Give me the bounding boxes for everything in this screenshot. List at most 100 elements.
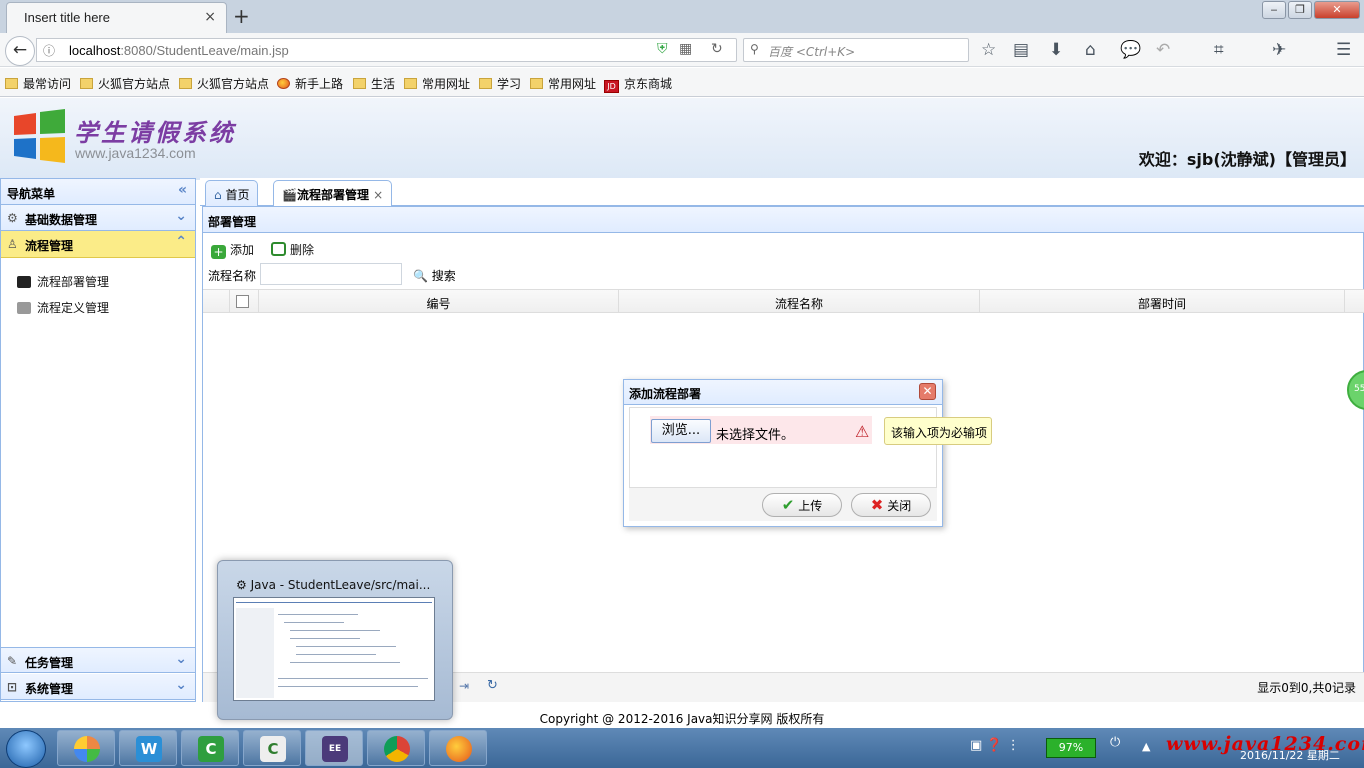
process-name-input[interactable] [260,263,402,285]
url-bar[interactable]: ⓘ localhost:8080/StudentLeave/main.jsp ⛨… [36,38,737,62]
power-icon[interactable]: ⏻ [1110,735,1120,750]
column-header[interactable]: 部署时间 [980,295,1344,312]
thumbnail-title: ⚙ Java - StudentLeave/src/mai... [236,578,431,592]
chat-icon[interactable]: 💬 [1120,40,1141,60]
tab-deploy[interactable]: 🎬流程部署管理 × [273,180,393,207]
last-page-icon[interactable]: ⇥ [459,679,469,693]
collapse-left-icon[interactable]: « [178,182,187,198]
org-chart-icon: ♙ [7,237,18,251]
chevron-down-icon: ⌄ [175,208,187,224]
bookmark-item[interactable]: JD 京东商城 [604,75,672,93]
close-tab-icon[interactable]: × [373,188,383,202]
info-icon[interactable]: ⓘ [43,42,55,59]
search-button[interactable]: 🔍 搜索 [413,267,456,284]
media-icon [74,736,100,762]
taskbar-app[interactable]: C [181,730,239,766]
file-status: 未选择文件。 [716,428,795,443]
sidebar-title: 导航菜单 « [1,179,195,205]
bookmark-folder-icon [5,78,18,89]
firefox-icon [446,736,472,762]
eclipse-icon: EE [322,736,348,762]
close-icon[interactable]: ✕ [919,383,936,400]
sidebar-section-basic-data[interactable]: ⚙ 基础数据管理 ⌄ [1,205,195,231]
search-placeholder: 百度 <Ctrl+K> [768,45,856,59]
browser-tab[interactable]: Insert title here × [6,2,227,33]
close-window-button[interactable]: ✕ [1314,1,1360,19]
column-header[interactable]: 流程名称 [619,295,979,312]
grid-header: 编号 流程名称 部署时间 [203,289,1364,313]
taskbar-app[interactable]: W [119,730,177,766]
browser-tab-title: Insert title here [24,10,110,25]
chevron-down-icon: ⌄ [175,651,187,667]
search-bar[interactable]: ⚲ 百度 <Ctrl+K> [743,38,969,62]
taskbar-app[interactable] [57,730,115,766]
qr-code-icon[interactable]: ▦ [679,41,692,57]
menu-icon[interactable]: ☰ [1336,40,1351,60]
undo-icon[interactable]: ↶ [1156,40,1170,60]
footer: Copyright @ 2012-2016 Java知识分享网 版权所有 [0,704,1364,728]
welcome-text: 欢迎：sjb(沈静斌)【管理员】 [1138,150,1356,169]
clock[interactable]: 2016/11/22 星期二 [1240,747,1340,763]
chevron-up-icon: ⌃ [175,234,187,250]
bookmark-item[interactable]: 常用网址 [404,75,470,92]
cross-icon: ✖ [870,496,884,514]
bookmark-item[interactable]: 火狐官方站点 [80,75,170,92]
tab-home[interactable]: ⌂ 首页 [205,180,259,206]
home-icon[interactable]: ⌂ [1085,40,1096,60]
warning-icon: ⚠ [855,422,870,441]
shield-icon[interactable]: ⛨ [657,41,668,57]
bookmark-item[interactable]: 新手上路 [277,75,343,92]
refresh-icon[interactable]: ↻ [487,678,498,693]
clapper-icon: 🎬 [282,188,297,202]
sidebar-item-deploy[interactable]: 流程部署管理 [17,273,109,290]
settings-icon: ⊡ [7,680,18,694]
home-icon: ⌂ [214,188,222,202]
dialog-header: 添加流程部署 [624,380,942,405]
delete-button[interactable]: 删除 [271,241,314,258]
close-button[interactable]: ✖ 关闭 [851,493,931,517]
sidebar-section-process[interactable]: ♙ 流程管理 ⌃ [1,231,195,258]
bookmark-item[interactable]: 常用网址 [530,75,596,92]
upload-button[interactable]: ✔ 上传 [762,493,842,517]
taskbar-app-eclipse[interactable]: EE [305,730,363,766]
show-hidden-icon[interactable]: ▲ [1142,740,1150,753]
bookmark-item[interactable]: 学习 [479,75,521,92]
copyright-text: Copyright @ 2012-2016 Java知识分享网 版权所有 [539,712,825,726]
back-arrow-icon[interactable]: ← [5,36,35,66]
star-icon[interactable]: ☆ [981,40,996,60]
bookmark-item[interactable]: 火狐官方站点 [179,75,269,92]
search-icon: ⚲ [750,42,759,56]
sidebar-section-system[interactable]: ⊡ 系统管理 ⌄ [1,674,195,700]
eclipse-icon: ⚙ [236,578,247,592]
reload-icon[interactable]: ↻ [711,41,723,57]
site-url: www.java1234.com [75,145,196,161]
windows-logo-icon [14,109,65,163]
app-brand: 学生请假系统 [74,118,236,147]
new-tab-button[interactable]: + [233,4,250,28]
battery-indicator[interactable]: 97% [1046,738,1096,758]
start-button[interactable] [6,730,46,768]
crop-icon[interactable]: ⌗ [1214,40,1224,60]
extension-icon[interactable]: ✈ [1272,40,1286,60]
document-icon [17,302,31,314]
bookmark-item[interactable]: 生活 [353,75,395,92]
bookmark-item[interactable]: 最常访问 [5,75,71,92]
tray-icons[interactable]: ▣ ❓ ⋮ [970,738,1020,753]
close-tab-icon[interactable]: × [204,9,216,25]
taskbar-app[interactable] [367,730,425,766]
taskbar-app[interactable] [429,730,487,766]
folder-icon [80,78,93,89]
taskbar-app[interactable]: C [243,730,301,766]
sidebar-section-task[interactable]: ✎ 任务管理 ⌄ [1,647,195,673]
add-button[interactable]: + 添加 [211,241,254,259]
maximize-button[interactable]: ❐ [1288,1,1312,19]
browse-button[interactable]: 浏览... [651,419,711,443]
column-header[interactable]: 编号 [259,295,618,312]
reading-list-icon[interactable]: ▤ [1013,40,1029,60]
camtasia-icon: C [260,736,286,762]
download-icon[interactable]: ⬇ [1049,40,1063,60]
minimize-button[interactable]: ‒ [1262,1,1286,19]
sidebar-item-definition[interactable]: 流程定义管理 [17,299,109,316]
chrome-icon [384,736,410,762]
select-all-checkbox[interactable] [236,295,249,308]
